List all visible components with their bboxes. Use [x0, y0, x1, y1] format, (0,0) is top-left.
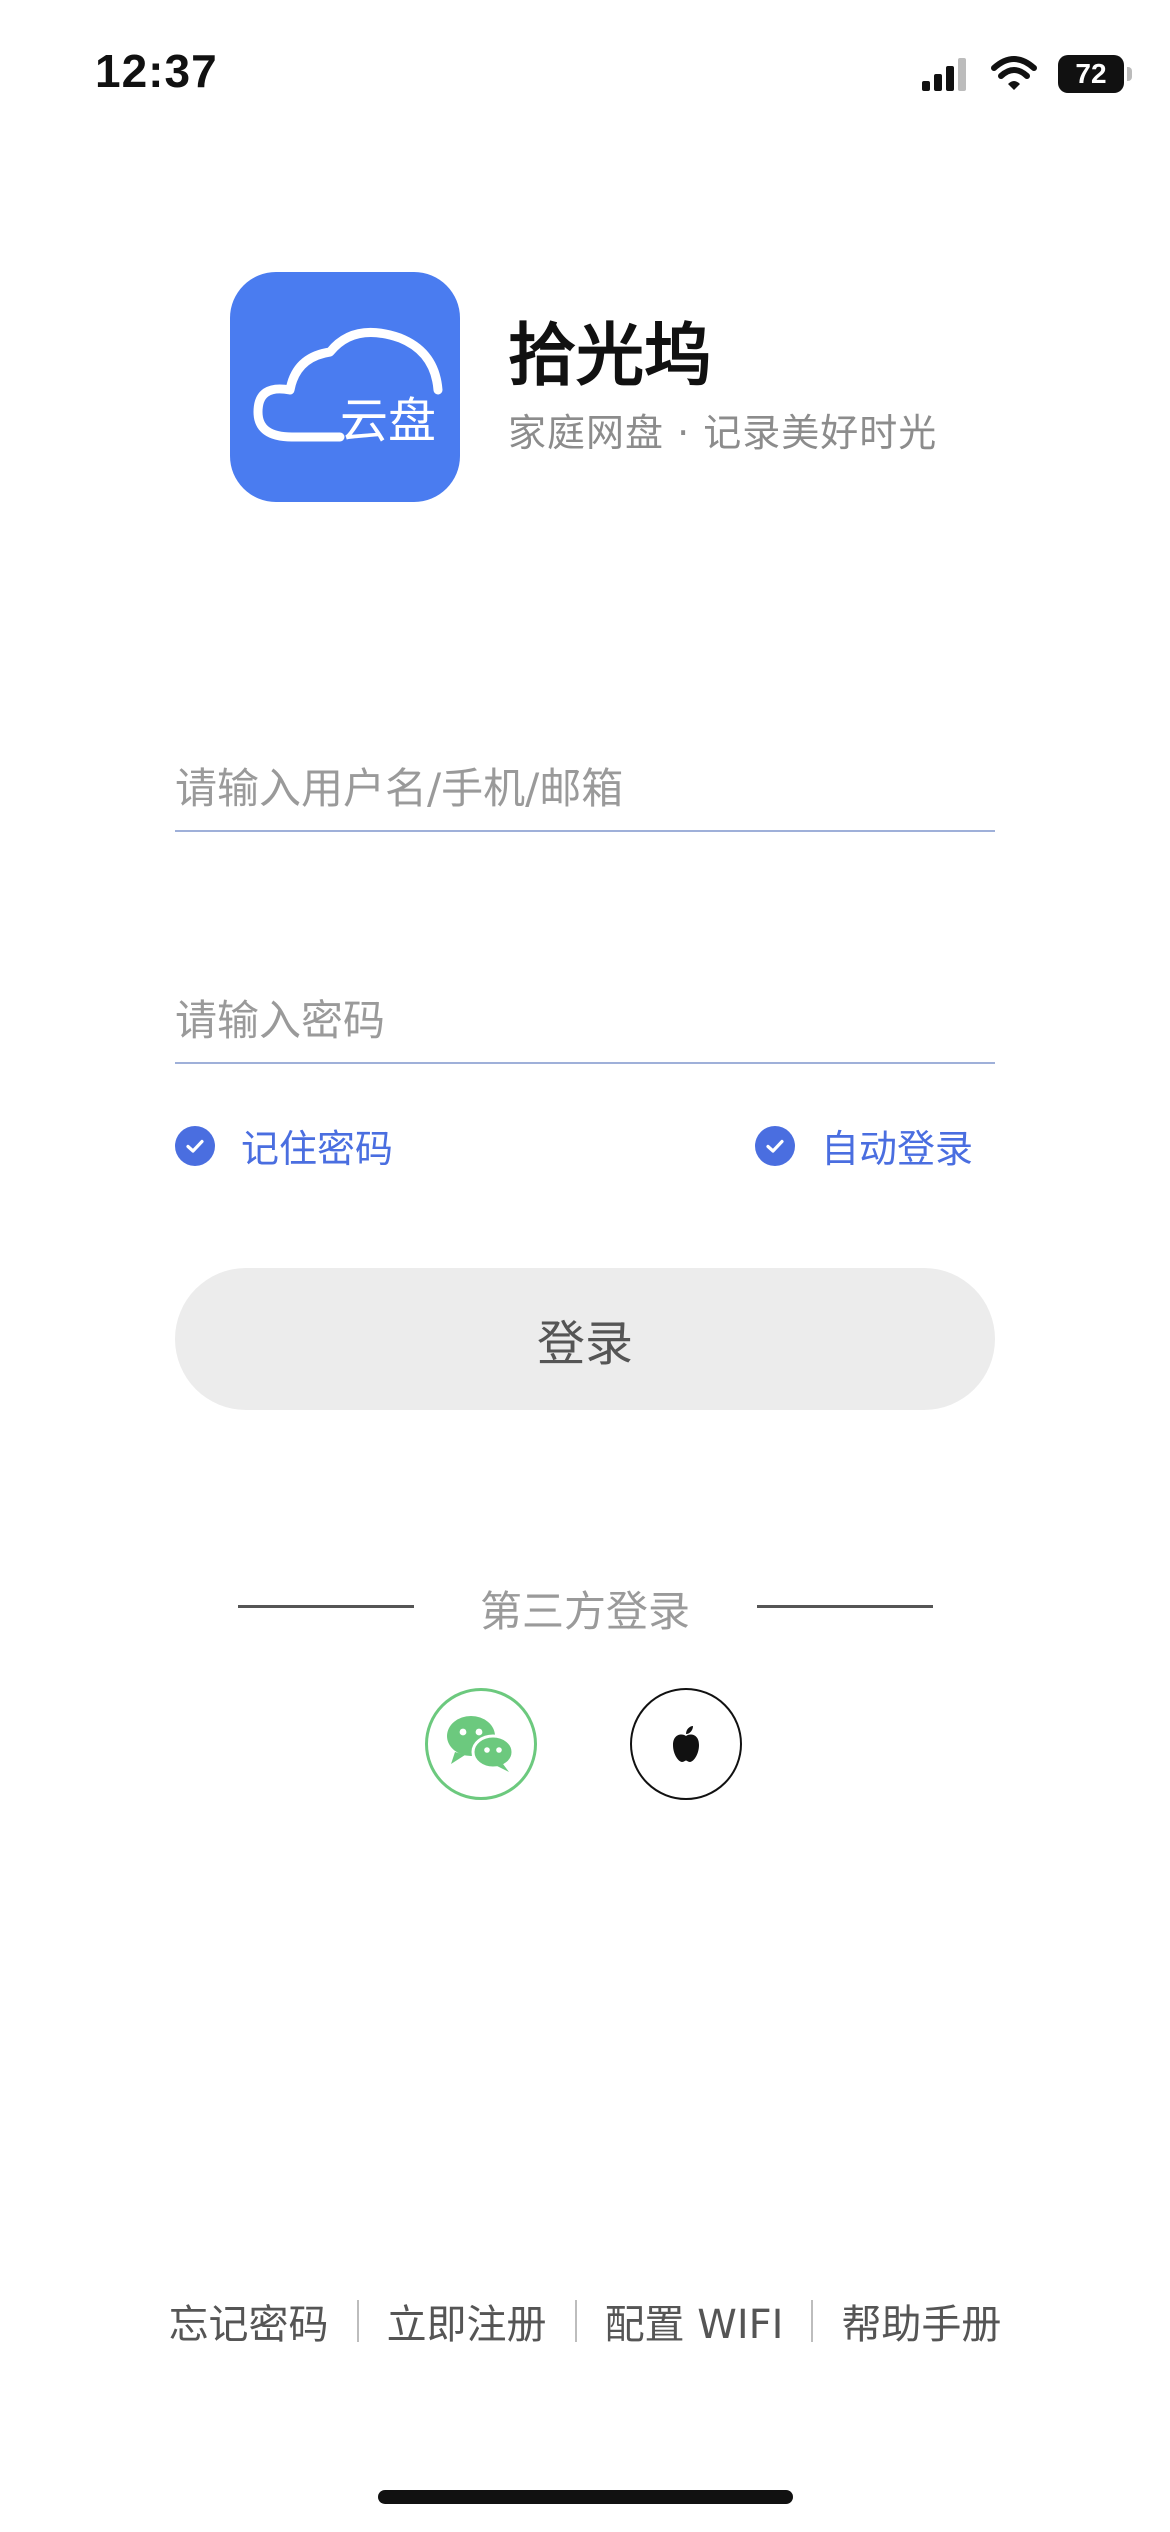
apple-login-button[interactable] — [630, 1688, 742, 1800]
password-field — [175, 978, 995, 1064]
auto-login-label: 自动登录 — [821, 1127, 974, 1171]
login-button[interactable]: 登录 — [175, 1268, 995, 1410]
logo-text: 云盘 — [340, 393, 436, 449]
remember-password-checkbox[interactable]: 记住密码 — [175, 1118, 393, 1173]
divider-line-right — [757, 1605, 933, 1608]
status-icons: 72 — [920, 50, 1132, 98]
footer-separator — [574, 2300, 577, 2342]
remember-password-label: 记住密码 — [241, 1127, 394, 1171]
help-manual-link[interactable]: 帮助手册 — [841, 2292, 1001, 2350]
configure-wifi-link[interactable]: 配置 WIFI — [605, 2292, 784, 2350]
app-name: 拾光坞 — [508, 317, 713, 396]
app-slogan: 家庭网盘 · 记录美好时光 — [508, 411, 938, 455]
username-input[interactable] — [175, 763, 995, 813]
check-icon — [175, 1125, 215, 1166]
apple-icon — [673, 1726, 699, 1762]
register-link[interactable]: 立即注册 — [387, 2292, 547, 2350]
app-logo: 云盘 — [230, 272, 460, 502]
third-party-login-title: 第三方登录 — [479, 1587, 690, 1636]
battery-level: 72 — [1075, 58, 1107, 89]
battery-indicator: 72 — [1058, 55, 1132, 93]
home-indicator — [378, 2490, 793, 2504]
auto-login-checkbox[interactable]: 自动登录 — [755, 1118, 973, 1173]
cloud-icon: 云盘 — [253, 328, 443, 449]
wechat-icon — [447, 1716, 515, 1772]
signal-icon — [922, 58, 966, 91]
footer-separator — [811, 2300, 814, 2342]
password-input[interactable] — [175, 995, 995, 1045]
status-time: 12:37 — [95, 45, 218, 97]
wechat-login-button[interactable] — [425, 1688, 537, 1800]
footer-separator — [356, 2300, 359, 2342]
username-field — [175, 746, 995, 832]
forgot-password-link[interactable]: 忘记密码 — [169, 2292, 329, 2350]
check-icon — [755, 1125, 795, 1166]
wifi-icon — [991, 56, 1037, 90]
footer-links: 忘记密码 立即注册 配置 WIFI 帮助手册 — [0, 2292, 1170, 2350]
